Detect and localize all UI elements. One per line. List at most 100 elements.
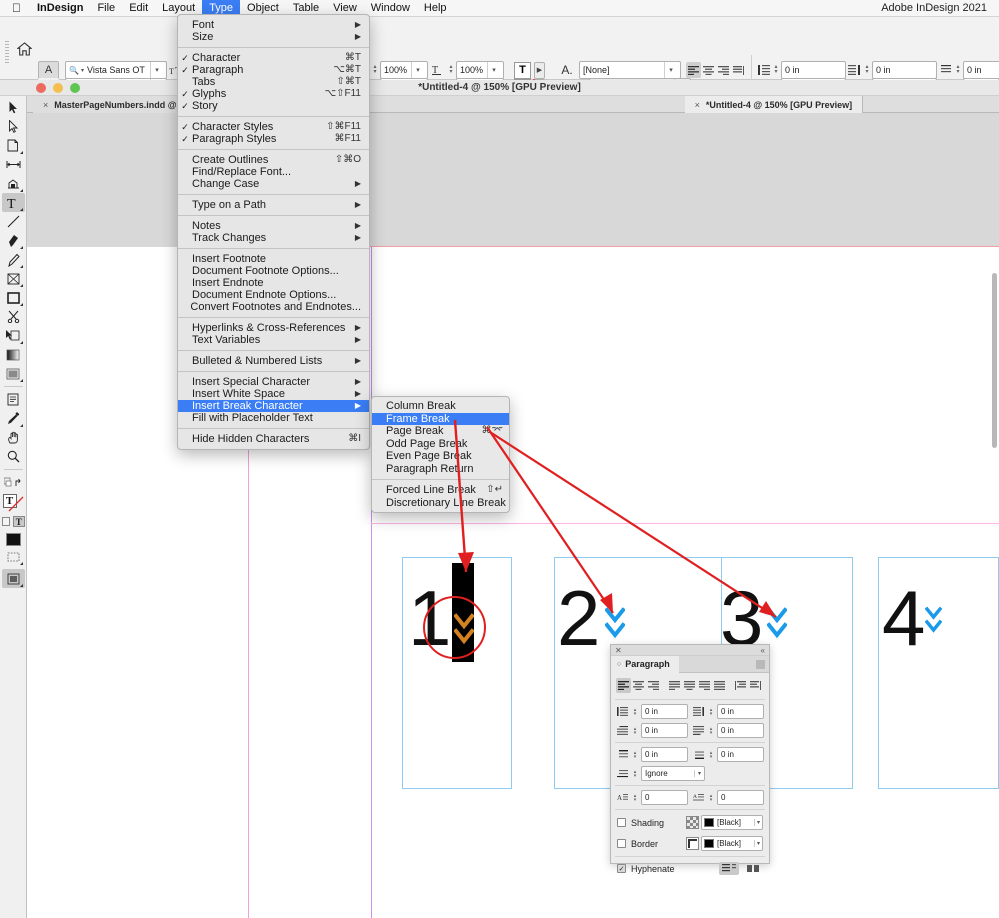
frame-tool[interactable] (2, 269, 25, 288)
apply-color-row[interactable] (2, 531, 25, 547)
border-checkbox[interactable] (617, 839, 626, 848)
type-tool[interactable]: T (2, 193, 25, 212)
screen-mode-button[interactable] (2, 569, 25, 588)
menu-item-hide-hidden-characters[interactable]: Hide Hidden Characters ⌘I (178, 433, 369, 445)
shading-pattern-icon[interactable] (686, 816, 699, 829)
close-icon[interactable]: × (695, 100, 700, 110)
home-button[interactable] (14, 39, 34, 59)
apply-none-button[interactable] (2, 547, 25, 566)
submenu-item-frame-break[interactable]: Frame Break (372, 413, 509, 426)
paragraph-composer-button[interactable] (719, 862, 739, 875)
submenu-item-even-page-break[interactable]: Even Page Break (372, 450, 509, 463)
document-tab-untitled4[interactable]: × *Untitled-4 @ 150% [GPU Preview] (685, 96, 864, 113)
menu-item-character[interactable]: ✓ Character ⌘T (178, 52, 369, 64)
menu-file[interactable]: File (90, 0, 122, 17)
space-before-stepper[interactable]: ▴▾ (631, 747, 639, 762)
insert-break-character-submenu[interactable]: Column Break Frame Break Page Break ⌘⌤ O… (371, 396, 510, 513)
menu-item-text-variables[interactable]: Text Variables ▶ (178, 334, 369, 346)
chevron-down-icon[interactable]: ▾ (754, 819, 760, 826)
menu-item-notes[interactable]: Notes ▶ (178, 220, 369, 232)
submenu-item-page-break[interactable]: Page Break ⌘⌤ (372, 425, 509, 438)
menu-item-character-styles[interactable]: ✓ Character Styles ⇧⌘F11 (178, 121, 369, 133)
align-right-button[interactable] (716, 62, 731, 78)
menu-item-track-changes[interactable]: Track Changes ▶ (178, 232, 369, 244)
menu-edit[interactable]: Edit (122, 0, 155, 17)
chevron-down-icon[interactable]: ▾ (754, 840, 760, 847)
selection-tool[interactable] (2, 98, 25, 117)
type-menu[interactable]: Font ▶ Size ▶ ✓ Character ⌘T ✓ Paragraph… (177, 14, 370, 450)
shading-color-select[interactable]: [Black] ▾ (701, 815, 763, 830)
drop-cap-chars-stepper[interactable]: ▴▾ (707, 790, 715, 805)
chevron-down-icon[interactable]: ▾ (664, 62, 677, 78)
menu-item-insert-white-space[interactable]: Insert White Space ▶ (178, 388, 369, 400)
menu-item-insert-endnote[interactable]: Insert Endnote (178, 277, 369, 289)
line-tool[interactable] (2, 212, 25, 231)
justify-left-button[interactable] (731, 62, 746, 78)
document-canvas[interactable]: 1 2 3 4 (27, 113, 999, 918)
menu-item-find-replace-font[interactable]: Find/Replace Font... (178, 166, 369, 178)
align-right-button[interactable] (646, 678, 661, 693)
note-tool[interactable] (2, 390, 25, 409)
menu-item-bulleted-numbered-lists[interactable]: Bulleted & Numbered Lists ▶ (178, 355, 369, 367)
right-indent-input[interactable]: 0 in (717, 704, 764, 719)
direct-selection-tool[interactable] (2, 117, 25, 136)
chevron-down-icon[interactable]: ▾ (150, 62, 163, 78)
submenu-item-column-break[interactable]: Column Break (372, 400, 509, 413)
right-indent-stepper[interactable]: ▴▾ (707, 704, 715, 719)
menu-item-fill-with-placeholder-text[interactable]: Fill with Placeholder Text (178, 412, 369, 424)
swap-fill-stroke[interactable] (2, 473, 25, 492)
menu-item-font[interactable]: Font ▶ (178, 19, 369, 31)
menu-item-insert-footnote[interactable]: Insert Footnote (178, 253, 369, 265)
free-transform-tool[interactable] (2, 326, 25, 345)
page-tool[interactable] (2, 136, 25, 155)
submenu-item-odd-page-break[interactable]: Odd Page Break (372, 438, 509, 451)
first-line-indent-input[interactable]: 0 in (641, 723, 688, 738)
menu-help[interactable]: Help (417, 0, 454, 17)
panel-menu-icon[interactable] (756, 660, 765, 669)
close-icon[interactable]: ✕ (615, 646, 622, 655)
menu-item-type-on-a-path[interactable]: Type on a Path ▶ (178, 199, 369, 211)
fill-color-menu[interactable]: ▶ (534, 62, 545, 79)
submenu-item-discretionary-line-break[interactable]: Discretionary Line Break (372, 497, 509, 510)
menu-item-change-case[interactable]: Change Case ▶ (178, 178, 369, 190)
menu-item-paragraph-styles[interactable]: ✓ Paragraph Styles ⌘F11 (178, 133, 369, 145)
menu-item-paragraph[interactable]: ✓ Paragraph ⌥⌘T (178, 64, 369, 76)
hyphenation-select[interactable]: Ignore ▾ (641, 766, 705, 781)
content-collector-tool[interactable] (2, 174, 25, 193)
apply-color-swatch[interactable] (6, 533, 21, 546)
align-center-button[interactable] (701, 62, 716, 78)
space-before-input[interactable]: 0 in (641, 747, 688, 762)
hyphenate-checkbox[interactable]: ✓ (617, 864, 626, 873)
pen-tool[interactable] (2, 231, 25, 250)
border-style-icon[interactable] (686, 837, 699, 850)
menu-item-story[interactable]: ✓ Story (178, 100, 369, 112)
drop-cap-chars-input[interactable]: 0 (717, 790, 764, 805)
justify-center-button[interactable] (682, 678, 697, 693)
menu-item-size[interactable]: Size ▶ (178, 31, 369, 43)
chevron-down-icon[interactable]: ▾ (411, 62, 424, 78)
formatting-affects-row[interactable]: T (2, 512, 25, 531)
formatting-affects-container-icon[interactable] (2, 517, 11, 526)
menu-item-create-outlines[interactable]: Create Outlines ⇧⌘O (178, 154, 369, 166)
submenu-item-paragraph-return[interactable]: Paragraph Return (372, 463, 509, 476)
gradient-swatch-tool[interactable] (2, 345, 25, 364)
zoom-tool[interactable] (2, 447, 25, 466)
scissors-tool[interactable] (2, 307, 25, 326)
align-center-button[interactable] (631, 678, 646, 693)
submenu-item-forced-line-break[interactable]: Forced Line Break ⇧↵ (372, 484, 509, 497)
shading-checkbox[interactable] (617, 818, 626, 827)
first-line-indent-stepper[interactable]: ▴▾ (631, 723, 639, 738)
panel-grip[interactable] (5, 41, 9, 65)
menu-app-name[interactable]: InDesign (30, 0, 90, 17)
align-away-spine-button[interactable] (748, 678, 763, 693)
chevron-down-icon[interactable]: ▾ (694, 770, 701, 777)
fill-color-swatch[interactable]: T (514, 62, 531, 79)
chevron-down-icon[interactable]: ▾ (487, 62, 500, 78)
formatting-affects-text-icon[interactable]: T (13, 516, 24, 527)
gradient-feather-tool[interactable] (2, 364, 25, 383)
left-indent-stepper[interactable]: ▴▾ (631, 704, 639, 719)
last-line-indent-input[interactable]: 0 in (717, 723, 764, 738)
last-line-indent-stepper[interactable]: ▴▾ (707, 723, 715, 738)
space-after-input[interactable]: 0 in (717, 747, 764, 762)
menu-item-hyperlinks-cross-references[interactable]: Hyperlinks & Cross-References ▶ (178, 322, 369, 334)
